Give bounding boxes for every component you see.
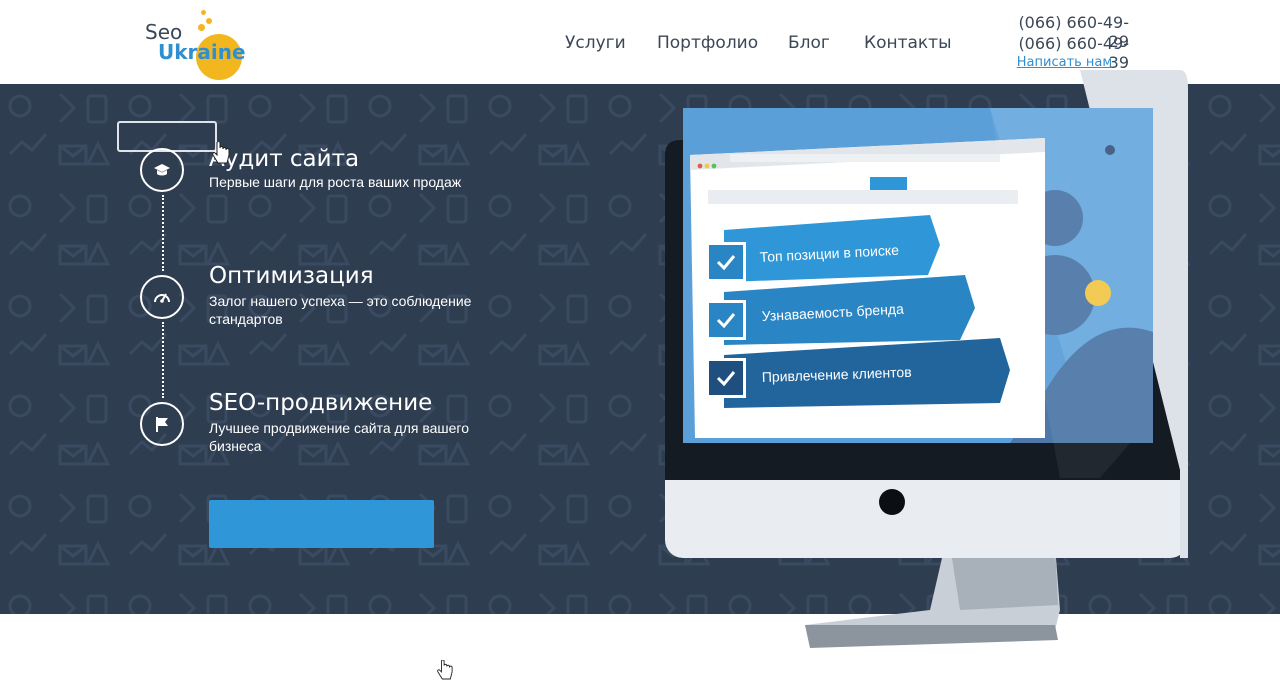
feature-desc-seo: Лучшее продвижение сайта для вашего бизн…: [209, 420, 469, 454]
feature-audit-icon-circle: [140, 148, 184, 192]
hand-cursor-icon: [437, 660, 453, 680]
logo-dot: [206, 18, 212, 24]
dotted-connector: [162, 195, 164, 271]
nav-item-contacts[interactable]: Контакты: [864, 33, 952, 53]
hover-highlight-box: [117, 121, 217, 152]
nav-item-services[interactable]: Услуги: [565, 33, 626, 53]
logo-dot: [201, 10, 206, 15]
speedometer-icon: [154, 293, 170, 303]
feature-seo-icon-circle: [140, 402, 184, 446]
write-us-link[interactable]: Написать нам: [1000, 55, 1129, 70]
logo-text-ukraine: Ukraine: [158, 40, 246, 64]
feature-desc-optimization: Залог нашего успеха — это соблюдение ста…: [209, 293, 472, 327]
graduation-cap-icon: [154, 164, 170, 176]
hand-cursor-icon: [212, 142, 230, 164]
feature-title-optimization: Оптимизация: [209, 263, 374, 289]
feature-optimization-icon-circle: [140, 275, 184, 319]
feature-title-seo: SEO-продвижение: [209, 390, 433, 416]
flag-icon: [156, 417, 168, 432]
nav-item-blog[interactable]: Блог: [788, 33, 830, 53]
feature-title-audit: Аудит сайта: [209, 146, 360, 172]
logo-dot: [198, 24, 205, 31]
cta-button[interactable]: [209, 500, 434, 548]
monitor-illustration: Топ позиции в поиске Узнаваемость бренда…: [665, 70, 1188, 648]
dotted-connector: [162, 322, 164, 398]
feature-desc-audit: Первые шаги для роста ваших продаж: [209, 174, 462, 190]
nav-item-portfolio[interactable]: Портфолио: [657, 33, 758, 53]
logo[interactable]: Seo Ukraine: [144, 10, 246, 80]
